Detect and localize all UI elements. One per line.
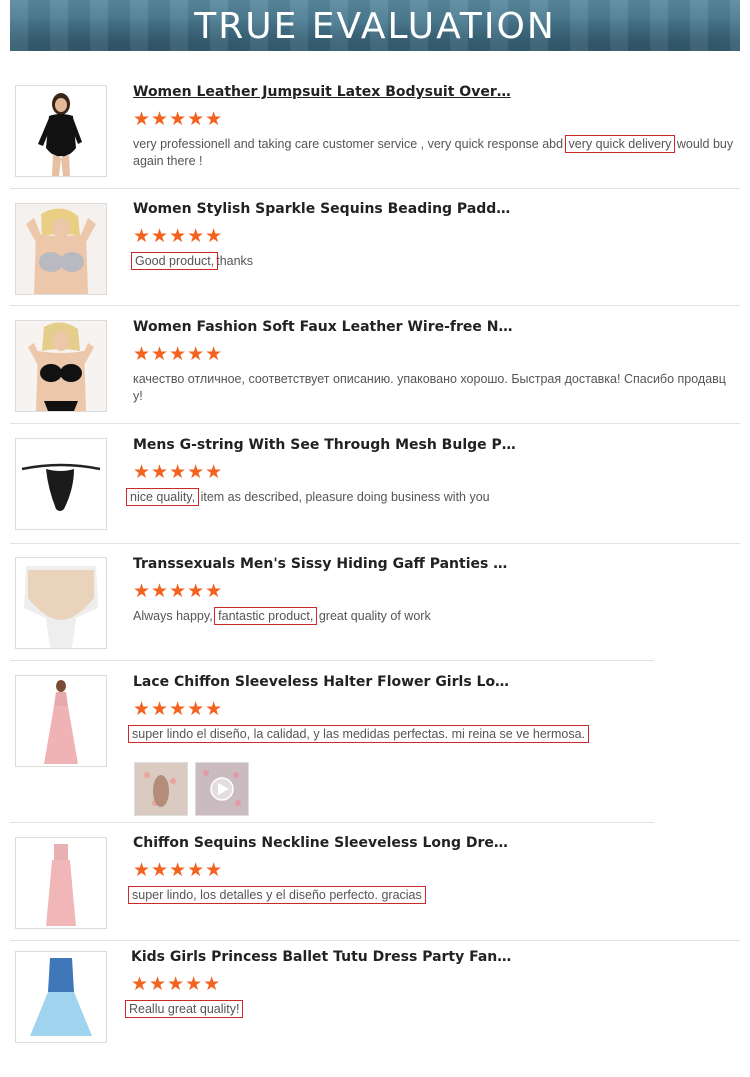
product-title[interactable]: Women Stylish Sparkle Sequins Beading Pa… <box>133 201 510 217</box>
review-highlight: very quick delivery <box>564 135 676 153</box>
review-video-thumbnail[interactable] <box>195 762 249 816</box>
product-thumbnail[interactable] <box>15 320 107 412</box>
review-text-plain: Always happy, <box>133 609 217 623</box>
banner-title: TRUE EVALUATION <box>194 6 556 47</box>
review-text: Always happy, fantastic product, great q… <box>133 607 735 625</box>
product-title[interactable]: Transsexuals Men's Sissy Hiding Gaff Pan… <box>133 556 507 572</box>
review-text-plain: item as described, pleasure doing busine… <box>197 490 490 504</box>
review-text-plain: качество отличное, соответствует описани… <box>133 372 726 403</box>
star-rating: ★★★★★ <box>133 581 224 602</box>
divider <box>10 543 740 544</box>
product-title[interactable]: Chiffon Sequins Neckline Sleeveless Long… <box>133 835 508 851</box>
divider <box>10 822 654 823</box>
divider <box>10 423 740 424</box>
review-text-plain: great quality of work <box>315 609 431 623</box>
review-text: super lindo, los detalles y el diseño pe… <box>128 886 732 904</box>
review-text: качество отличное, соответствует описани… <box>133 371 735 405</box>
review-highlight: Good product, <box>130 252 219 270</box>
review-highlight: Reallu great quality! <box>124 1000 244 1018</box>
header-banner: TRUE EVALUATION <box>10 0 740 51</box>
review-text: Reallu great quality! <box>124 1000 729 1018</box>
product-thumbnail[interactable] <box>15 951 107 1043</box>
divider <box>10 940 740 941</box>
product-thumbnail[interactable] <box>15 438 107 530</box>
review-highlight: fantastic product, <box>214 607 318 625</box>
product-title[interactable]: Kids Girls Princess Ballet Tutu Dress Pa… <box>131 949 511 965</box>
product-thumbnail[interactable] <box>15 675 107 767</box>
divider <box>10 188 740 189</box>
star-rating: ★★★★★ <box>131 974 222 995</box>
review-text: nice quality, item as described, pleasur… <box>125 488 730 506</box>
star-rating: ★★★★★ <box>133 109 224 130</box>
divider <box>10 660 654 661</box>
product-title-link[interactable]: Women Leather Jumpsuit Latex Bodysuit Ov… <box>133 84 511 100</box>
review-text: Good product, thanks <box>130 252 735 270</box>
review-photo[interactable] <box>134 762 188 816</box>
review-highlight: super lindo el diseño, la calidad, y las… <box>127 725 590 743</box>
product-thumbnail[interactable] <box>15 203 107 295</box>
product-title[interactable]: Lace Chiffon Sleeveless Halter Flower Gi… <box>133 674 509 690</box>
divider <box>10 305 740 306</box>
review-text-plain: very professionell and taking care custo… <box>133 137 567 151</box>
star-rating: ★★★★★ <box>133 699 224 720</box>
product-title[interactable]: Women Fashion Soft Faux Leather Wire-fre… <box>133 319 512 335</box>
review-text: very professionell and taking care custo… <box>133 135 735 170</box>
product-thumbnail[interactable] <box>15 85 107 177</box>
product-title[interactable]: Mens G-string With See Through Mesh Bulg… <box>133 437 516 453</box>
product-thumbnail[interactable] <box>15 557 107 649</box>
star-rating: ★★★★★ <box>133 226 224 247</box>
review-highlight: super lindo, los detalles y el diseño pe… <box>128 886 426 904</box>
star-rating: ★★★★★ <box>133 344 224 365</box>
star-rating: ★★★★★ <box>133 462 224 483</box>
review-highlight: nice quality, <box>125 488 200 506</box>
product-thumbnail[interactable] <box>15 837 107 929</box>
star-rating: ★★★★★ <box>133 860 224 881</box>
review-text: super lindo el diseño, la calidad, y las… <box>127 725 732 743</box>
review-text-plain: thanks <box>216 254 254 268</box>
